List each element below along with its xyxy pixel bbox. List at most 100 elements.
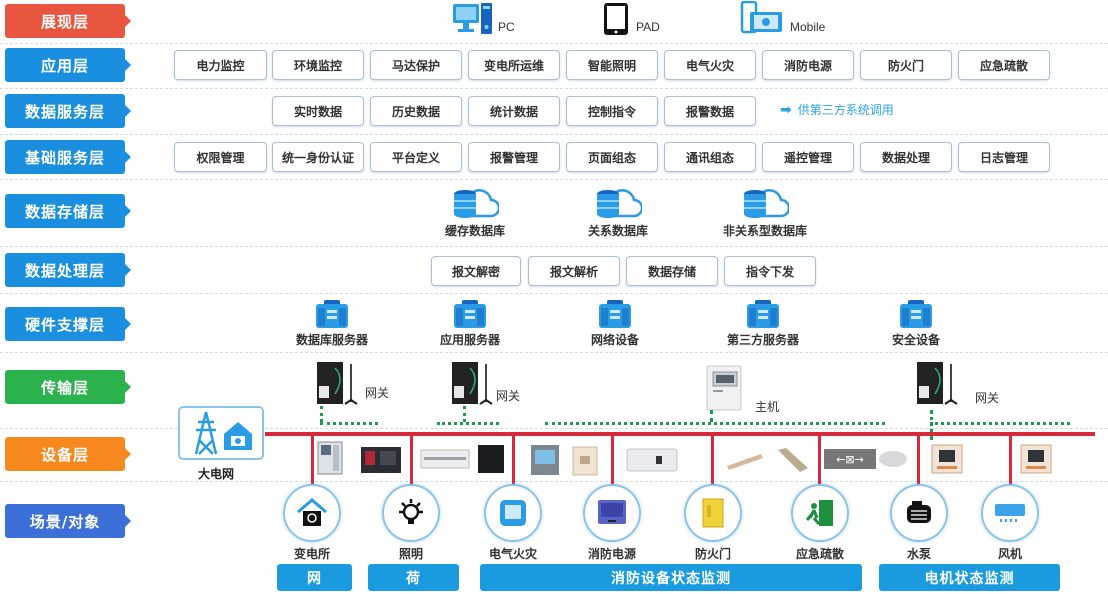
scene-label: 变电所: [293, 547, 330, 561]
transport-host: 主机: [705, 360, 779, 415]
comm-line: [463, 406, 466, 422]
scene-label: 风机: [997, 547, 1022, 561]
current-sensor-device: [572, 446, 598, 476]
row-separator: [0, 179, 1108, 180]
hardware-security-device: 安全设备: [871, 299, 961, 348]
storage-cache-db: 缓存数据库: [430, 186, 520, 239]
storage-relational-db: 关系数据库: [573, 186, 663, 239]
category-fire-equipment-monitoring: 消防设备状态监测: [480, 564, 862, 591]
base-service-data-processing[interactable]: 数据处理: [860, 142, 952, 172]
scene-label: 水泵: [906, 547, 931, 561]
exit-sign-device: ←⊠→: [824, 449, 876, 469]
storage-label: 缓存数据库: [444, 224, 505, 238]
layer-label-data-processing: 数据处理层: [5, 253, 131, 287]
app-item-power-monitoring[interactable]: 电力监控: [174, 50, 267, 80]
app-item-environment-monitoring[interactable]: 环境监控: [272, 50, 364, 80]
layer-label-base-service: 基础服务层: [5, 140, 131, 174]
terminal-pc: PC: [452, 2, 515, 36]
terminal-mobile: Mobile: [740, 1, 825, 37]
hardware-db-server: 数据库服务器: [287, 299, 377, 348]
row-separator: [0, 428, 1108, 429]
grid-node: [178, 406, 264, 460]
layer-label-application: 应用层: [5, 48, 131, 82]
hardware-label: 应用服务器: [439, 333, 500, 347]
scene-water-pump[interactable]: [890, 484, 948, 542]
app-item-fire-power[interactable]: 消防电源: [762, 50, 854, 80]
hardware-label: 安全设备: [891, 333, 940, 347]
processing-parse[interactable]: 报文解析: [528, 256, 620, 286]
substation-house-icon: [297, 498, 327, 526]
row-separator: [0, 43, 1108, 44]
scene-substation[interactable]: [283, 484, 341, 542]
storage-label: 关系数据库: [587, 224, 648, 238]
scene-fire-power[interactable]: [583, 484, 641, 542]
cloud-database-icon: [744, 189, 789, 218]
app-item-fire-door[interactable]: 防火门: [860, 50, 952, 80]
row-separator: [0, 88, 1108, 89]
bus-drop: [512, 434, 515, 486]
bus-drop: [1009, 434, 1012, 486]
scene-emergency-evacuation[interactable]: [791, 484, 849, 542]
gateway-icon: [452, 362, 493, 405]
motor-protector-device: [1020, 444, 1052, 474]
base-service-alarm-management[interactable]: 报警管理: [468, 142, 560, 172]
processing-decrypt[interactable]: 报文解密: [431, 256, 521, 286]
scene-electrical-fire[interactable]: [484, 484, 542, 542]
base-service-comm-config[interactable]: 通讯组态: [664, 142, 756, 172]
bus-drop: [917, 434, 920, 486]
comm-line: [437, 422, 499, 425]
app-item-emergency-evacuation[interactable]: 应急疏散: [958, 50, 1050, 80]
data-service-history[interactable]: 历史数据: [370, 96, 462, 126]
comm-line: [545, 422, 885, 425]
storage-nonrelational-db: 非关系型数据库: [710, 186, 820, 239]
scene-lighting[interactable]: [382, 484, 440, 542]
host-cabinet-icon: [706, 365, 742, 410]
category-load: 荷: [368, 564, 459, 591]
server-icon: [599, 300, 631, 328]
app-item-substation-om[interactable]: 变电所运维: [468, 50, 560, 80]
transport-gateway-1: 网关: [315, 360, 389, 408]
base-service-platform-definition[interactable]: 平台定义: [370, 142, 462, 172]
scene-label: 防火门: [694, 547, 731, 561]
scene-label: 应急疏散: [795, 547, 844, 561]
terminal-label: Mobile: [790, 20, 826, 34]
layer-label-transport: 传输层: [5, 370, 131, 404]
base-service-remote-control[interactable]: 遥控管理: [762, 142, 854, 172]
app-item-motor-protection[interactable]: 马达保护: [370, 50, 462, 80]
app-item-smart-lighting[interactable]: 智能照明: [566, 50, 658, 80]
grid-label: 大电网: [198, 467, 235, 481]
app-item-electrical-fire[interactable]: 电气火灾: [664, 50, 756, 80]
data-service-realtime[interactable]: 实时数据: [272, 96, 364, 126]
mobile-phone-icon: [740, 1, 782, 34]
base-service-page-config[interactable]: 页面组态: [566, 142, 658, 172]
storage-label: 非关系型数据库: [722, 224, 807, 238]
processing-store[interactable]: 数据存储: [626, 256, 718, 286]
fan-unit-icon: [995, 504, 1025, 522]
data-service-alarm[interactable]: 报警数据: [664, 96, 756, 126]
server-icon: [900, 300, 932, 328]
row-separator: [0, 246, 1108, 247]
scene-fan[interactable]: [981, 484, 1039, 542]
base-service-permission[interactable]: 权限管理: [174, 142, 267, 172]
gateway-icon: [317, 362, 358, 405]
scene-fire-door[interactable]: [684, 484, 742, 542]
fire-power-monitor-device: [626, 448, 678, 472]
base-service-log-management[interactable]: 日志管理: [958, 142, 1050, 172]
fire-detector-device: [531, 445, 559, 475]
third-party-note-text: 供第三方系统调用: [797, 103, 894, 117]
data-service-control-command[interactable]: 控制指令: [566, 96, 658, 126]
data-service-statistics[interactable]: 统计数据: [468, 96, 560, 126]
bus-drop: [818, 434, 821, 486]
hardware-label: 数据库服务器: [295, 333, 368, 347]
door-holder-device: [778, 448, 808, 472]
layer-label-data-service: 数据服务层: [5, 94, 131, 128]
processing-dispatch[interactable]: 指令下发: [724, 256, 816, 286]
comm-line: [710, 410, 713, 422]
scene-label: 照明: [398, 547, 423, 561]
lighting-module-device: [420, 449, 470, 469]
desktop-computer-icon: [453, 3, 492, 34]
layer-label-data-storage: 数据存储层: [5, 194, 131, 228]
server-icon: [454, 300, 486, 328]
third-party-note: ➡ 供第三方系统调用: [780, 101, 894, 118]
base-service-unified-auth[interactable]: 统一身份认证: [272, 142, 364, 172]
